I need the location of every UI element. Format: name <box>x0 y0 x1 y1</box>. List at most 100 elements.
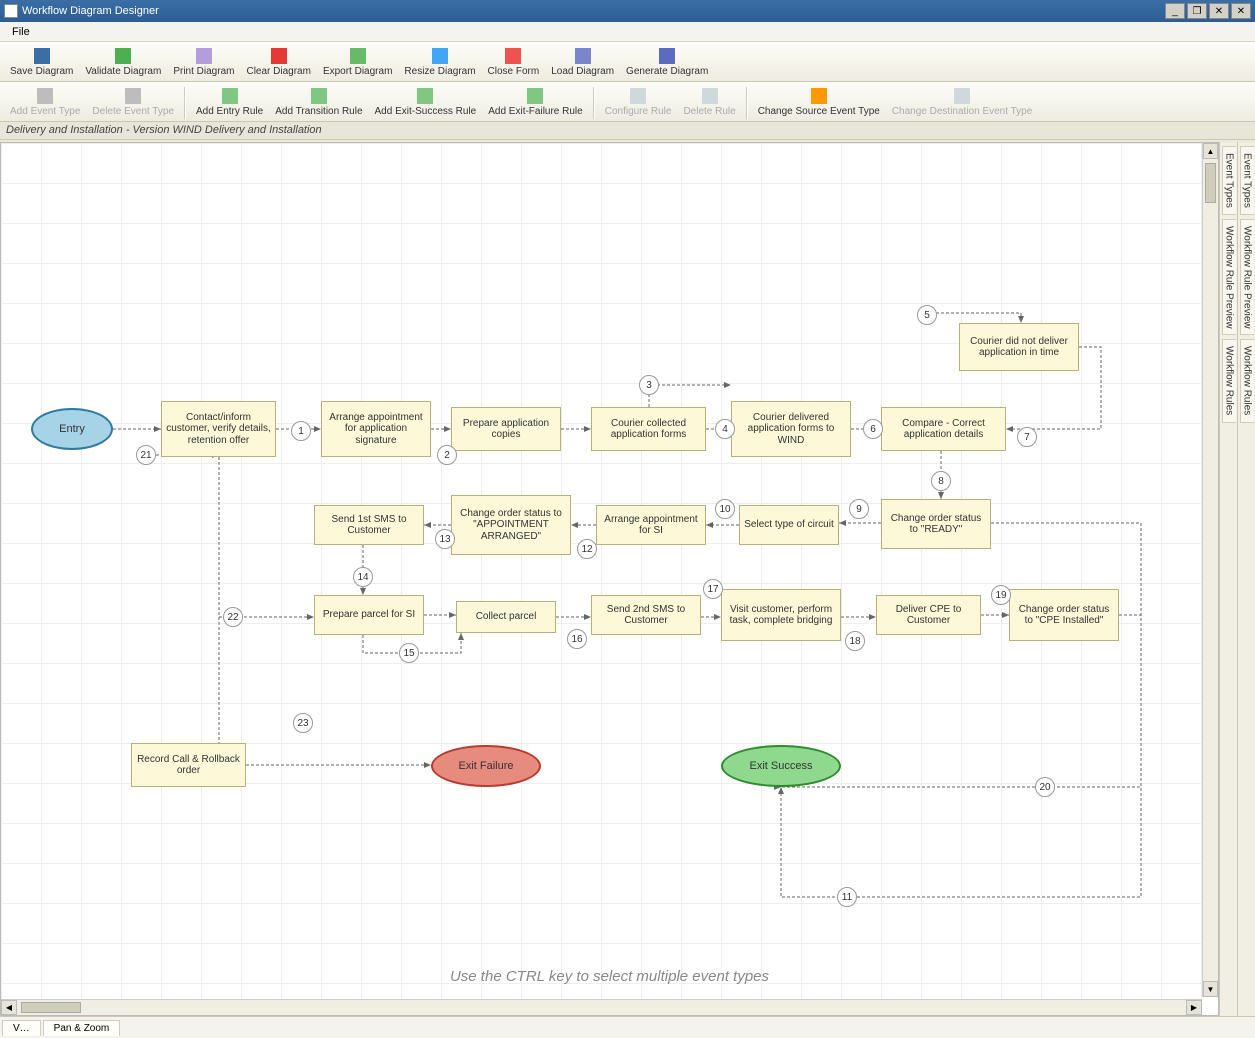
transition-number[interactable]: 7 <box>1017 427 1037 447</box>
transition-number[interactable]: 9 <box>849 499 869 519</box>
save-diagram-button[interactable]: Save Diagram <box>4 46 79 79</box>
minimize-button[interactable]: _ <box>1165 3 1185 19</box>
task-node[interactable]: Change order status to "CPE Installed" <box>1009 589 1119 641</box>
tab-event-types[interactable]: Event Types <box>1222 146 1236 215</box>
task-node[interactable]: Visit customer, perform task, complete b… <box>721 589 841 641</box>
transition-number[interactable]: 19 <box>991 585 1011 605</box>
scroll-thumb-h[interactable] <box>21 1002 81 1013</box>
menu-bar: File <box>0 22 1255 42</box>
add-entry-rule-button[interactable]: Add Entry Rule <box>190 86 269 119</box>
task-node[interactable]: Record Call & Rollback order <box>131 743 246 787</box>
diagram-canvas[interactable]: Entry Exit Failure Exit Success Contact/inf… <box>0 142 1219 1016</box>
change-dest-label: Change Destination Event Type <box>892 106 1032 117</box>
transition-number[interactable]: 15 <box>399 643 419 663</box>
transition-number[interactable]: 21 <box>136 445 156 465</box>
transition-number[interactable]: 1 <box>291 421 311 441</box>
side-column-1: Event Types Workflow Rule Preview Workfl… <box>1219 142 1237 1016</box>
transition-number[interactable]: 2 <box>437 445 457 465</box>
tab-workflow-rules-2[interactable]: Workflow Rules <box>1240 339 1254 422</box>
scroll-down-button[interactable]: ▼ <box>1203 981 1218 997</box>
transition-number[interactable]: 6 <box>863 419 883 439</box>
generate-diagram-button[interactable]: Generate Diagram <box>620 46 714 79</box>
menu-file[interactable]: File <box>6 24 36 40</box>
transition-number[interactable]: 11 <box>837 887 857 907</box>
node-succ[interactable]: Exit Success <box>721 745 841 787</box>
print-diagram-button[interactable]: Print Diagram <box>167 46 240 79</box>
delete-rule-label: Delete Rule <box>683 106 735 117</box>
resize-diagram-button[interactable]: Resize Diagram <box>398 46 481 79</box>
rule-icon <box>222 88 238 104</box>
task-node[interactable]: Prepare application copies <box>451 407 561 451</box>
task-node[interactable]: Compare - Correct application details <box>881 407 1006 451</box>
transition-number[interactable]: 3 <box>639 375 659 395</box>
scroll-left-button[interactable]: ◀ <box>1 1000 17 1015</box>
close-icon <box>505 48 521 64</box>
diagram-title-strip: Delivery and Installation - Version WIND… <box>0 122 1255 140</box>
transition-number[interactable]: 20 <box>1035 777 1055 797</box>
task-node[interactable]: Collect parcel <box>456 601 556 633</box>
close-window-button[interactable]: ✕ <box>1209 3 1229 19</box>
add-exit-success-rule-button[interactable]: Add Exit-Success Rule <box>369 86 483 119</box>
configure-label: Configure Rule <box>605 106 672 117</box>
add-exit-failure-rule-button[interactable]: Add Exit-Failure Rule <box>482 86 588 119</box>
task-node[interactable]: Select type of circuit <box>739 505 839 545</box>
status-tab-panzoom[interactable]: Pan & Zoom <box>43 1020 121 1036</box>
transition-number[interactable]: 8 <box>931 471 951 491</box>
export-diagram-button[interactable]: Export Diagram <box>317 46 398 79</box>
task-node[interactable]: Courier delivered application forms to W… <box>731 401 851 457</box>
task-node[interactable]: Change order status to "READY" <box>881 499 991 549</box>
node-entry[interactable]: Entry <box>31 408 113 450</box>
tab-rule-preview-2[interactable]: Workflow Rule Preview <box>1240 219 1254 336</box>
status-tab-v[interactable]: V… <box>2 1020 41 1036</box>
check-icon <box>115 48 131 64</box>
transition-number[interactable]: 16 <box>567 629 587 649</box>
task-node[interactable]: Arrange appointment for SI <box>596 505 706 545</box>
change-dest-event-button: Change Destination Event Type <box>886 86 1038 119</box>
scroll-up-button[interactable]: ▲ <box>1203 143 1218 159</box>
load-icon <box>575 48 591 64</box>
restore-button[interactable]: ❐ <box>1187 3 1207 19</box>
task-node[interactable]: Change order status to "APPOINTMENT ARRA… <box>451 495 571 555</box>
transition-number[interactable]: 4 <box>715 419 735 439</box>
clear-diagram-button[interactable]: Clear Diagram <box>240 46 316 79</box>
validate-diagram-button[interactable]: Validate Diagram <box>79 46 167 79</box>
side-column-2: Event Types Workflow Rule Preview Workfl… <box>1237 142 1255 1016</box>
task-node[interactable]: Contact/inform customer, verify details,… <box>161 401 276 457</box>
add-transition-label: Add Transition Rule <box>275 106 362 117</box>
transition-number[interactable]: 5 <box>917 305 937 325</box>
configure-icon <box>630 88 646 104</box>
rule-icon <box>417 88 433 104</box>
scroll-thumb-v[interactable] <box>1205 163 1216 203</box>
transition-number[interactable]: 22 <box>223 607 243 627</box>
task-node[interactable]: Send 1st SMS to Customer <box>314 505 424 545</box>
task-node[interactable]: Prepare parcel for SI <box>314 595 424 635</box>
horizontal-scrollbar[interactable]: ◀ ▶ <box>1 999 1202 1015</box>
separator <box>184 87 186 119</box>
transition-number[interactable]: 12 <box>577 539 597 559</box>
task-node[interactable]: Deliver CPE to Customer <box>876 595 981 635</box>
transition-number[interactable]: 10 <box>715 499 735 519</box>
scroll-right-button[interactable]: ▶ <box>1186 1000 1202 1015</box>
change-source-event-button[interactable]: Change Source Event Type <box>752 86 886 119</box>
load-diagram-button[interactable]: Load Diagram <box>545 46 620 79</box>
delete-event-label: Delete Event Type <box>92 106 174 117</box>
task-node[interactable]: Courier did not deliver application in t… <box>959 323 1079 371</box>
tab-event-types-2[interactable]: Event Types <box>1240 146 1254 215</box>
close-form-button[interactable]: Close Form <box>482 46 546 79</box>
vertical-scrollbar[interactable]: ▲ ▼ <box>1202 143 1218 997</box>
tab-rule-preview[interactable]: Workflow Rule Preview <box>1222 219 1236 336</box>
task-node[interactable]: Arrange appointment for application sign… <box>321 401 431 457</box>
outer-close-button[interactable]: ✕ <box>1231 3 1251 19</box>
transition-number[interactable]: 14 <box>353 567 373 587</box>
change-icon <box>811 88 827 104</box>
clear-label: Clear Diagram <box>246 66 310 77</box>
transition-number[interactable]: 13 <box>435 529 455 549</box>
tab-workflow-rules[interactable]: Workflow Rules <box>1222 339 1236 422</box>
add-transition-rule-button[interactable]: Add Transition Rule <box>269 86 368 119</box>
task-node[interactable]: Send 2nd SMS to Customer <box>591 595 701 635</box>
task-node[interactable]: Courier collected application forms <box>591 407 706 451</box>
transition-number[interactable]: 23 <box>293 713 313 733</box>
node-fail[interactable]: Exit Failure <box>431 745 541 787</box>
transition-number[interactable]: 17 <box>703 579 723 599</box>
transition-number[interactable]: 18 <box>845 631 865 651</box>
